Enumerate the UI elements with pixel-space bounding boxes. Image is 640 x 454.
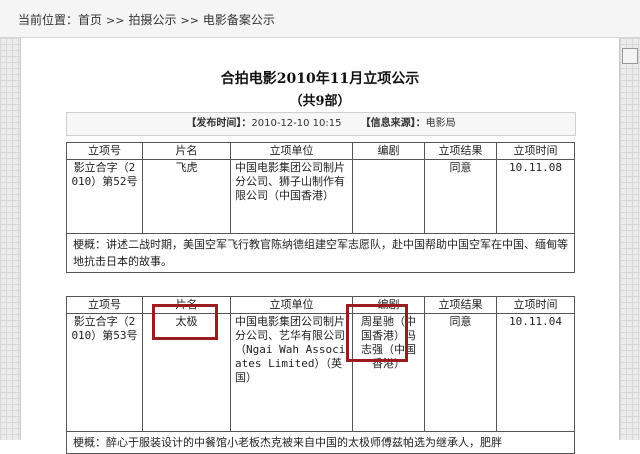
record-company: 中国电影集团公司制片分公司、狮子山制作有限公司（中国香港）	[230, 159, 353, 234]
col-header: 片名	[142, 142, 231, 160]
scrollbar[interactable]	[619, 38, 640, 440]
breadcrumb-home[interactable]: 首页	[78, 0, 102, 40]
col-header: 立项时间	[496, 142, 575, 160]
table-row: 影立合字（2010）第52号 飞虎 中国电影集团公司制片分公司、狮子山制作有限公…	[66, 159, 575, 234]
notice-meta: 【发布时间】：2010-12-10 10:15 【信息来源】：电影局	[66, 112, 576, 136]
location-bar: 当前位置：首页 >> 拍摄公示 >> 电影备案公示	[0, 0, 640, 38]
source-value: 电影局	[425, 118, 456, 129]
col-header: 立项号	[66, 296, 143, 314]
breadcrumb-separator: >>	[106, 14, 125, 27]
record-synopsis: 梗概：讲述二战时期，美国空军飞行教官陈纳德组建空军志愿队，赴中国帮助中国空军在中…	[66, 233, 575, 273]
record-table: 立项号 片名 立项单位 编剧 立项结果 立项时间 影立合字（2010）第53号 …	[66, 296, 575, 454]
source-label: 【信息来源】：	[360, 118, 426, 129]
notice-title: 合拍电影2010年11月立项公示	[220, 71, 420, 87]
breadcrumb-film-filing[interactable]: 电影备案公示	[203, 0, 275, 40]
col-header: 编剧	[352, 142, 425, 160]
record-number: 影立合字（2010）第53号	[66, 313, 143, 432]
breadcrumb-separator: >>	[180, 14, 199, 27]
breadcrumb-shoot-notices[interactable]: 拍摄公示	[128, 0, 176, 40]
left-rail	[0, 38, 21, 440]
published-value: 2010-12-10 10:15	[251, 118, 342, 129]
record-title: 飞虎	[142, 159, 231, 234]
scrollbar-thumb[interactable]	[622, 48, 638, 64]
record-company: 中国电影集团公司制片分公司、艺华有限公司（Ngai Wah Associates…	[230, 313, 353, 432]
record-writer	[352, 159, 425, 234]
record-result: 同意	[424, 159, 497, 234]
location-label: 当前位置：	[18, 13, 79, 27]
col-header: 立项单位	[230, 142, 353, 160]
record-table: 立项号 片名 立项单位 编剧 立项结果 立项时间 影立合字（2010）第52号 …	[66, 142, 575, 273]
published-label: 【发布时间】：	[186, 118, 252, 129]
title-highlight-box	[152, 304, 218, 340]
record-synopsis: 梗概：醉心于服装设计的中餐馆小老板杰克被来自中国的太极师傅兹帕选为继承人，肥胖	[66, 431, 575, 454]
col-header: 立项号	[66, 142, 143, 160]
record-date: 10.11.04	[496, 313, 575, 432]
notice-count: （共9部）	[289, 94, 351, 109]
table-row: 影立合字（2010）第53号 太极 中国电影集团公司制片分公司、艺华有限公司（N…	[66, 313, 575, 432]
writer-highlight-box	[346, 304, 408, 362]
col-header: 立项时间	[496, 296, 575, 314]
table-header-row: 立项号 片名 立项单位 编剧 立项结果 立项时间	[66, 296, 575, 314]
record-date: 10.11.08	[496, 159, 575, 234]
col-header: 立项结果	[424, 296, 497, 314]
record-number: 影立合字（2010）第52号	[66, 159, 143, 234]
synopsis-row: 梗概：醉心于服装设计的中餐馆小老板杰克被来自中国的太极师傅兹帕选为继承人，肥胖	[66, 431, 575, 454]
synopsis-row: 梗概：讲述二战时期，美国空军飞行教官陈纳德组建空军志愿队，赴中国帮助中国空军在中…	[66, 233, 575, 273]
content-frame: 合拍电影2010年11月立项公示 （共9部） 【发布时间】：2010-12-10…	[0, 38, 640, 454]
col-header: 立项结果	[424, 142, 497, 160]
col-header: 立项单位	[230, 296, 353, 314]
record-result: 同意	[424, 313, 497, 432]
table-header-row: 立项号 片名 立项单位 编剧 立项结果 立项时间	[66, 142, 575, 160]
